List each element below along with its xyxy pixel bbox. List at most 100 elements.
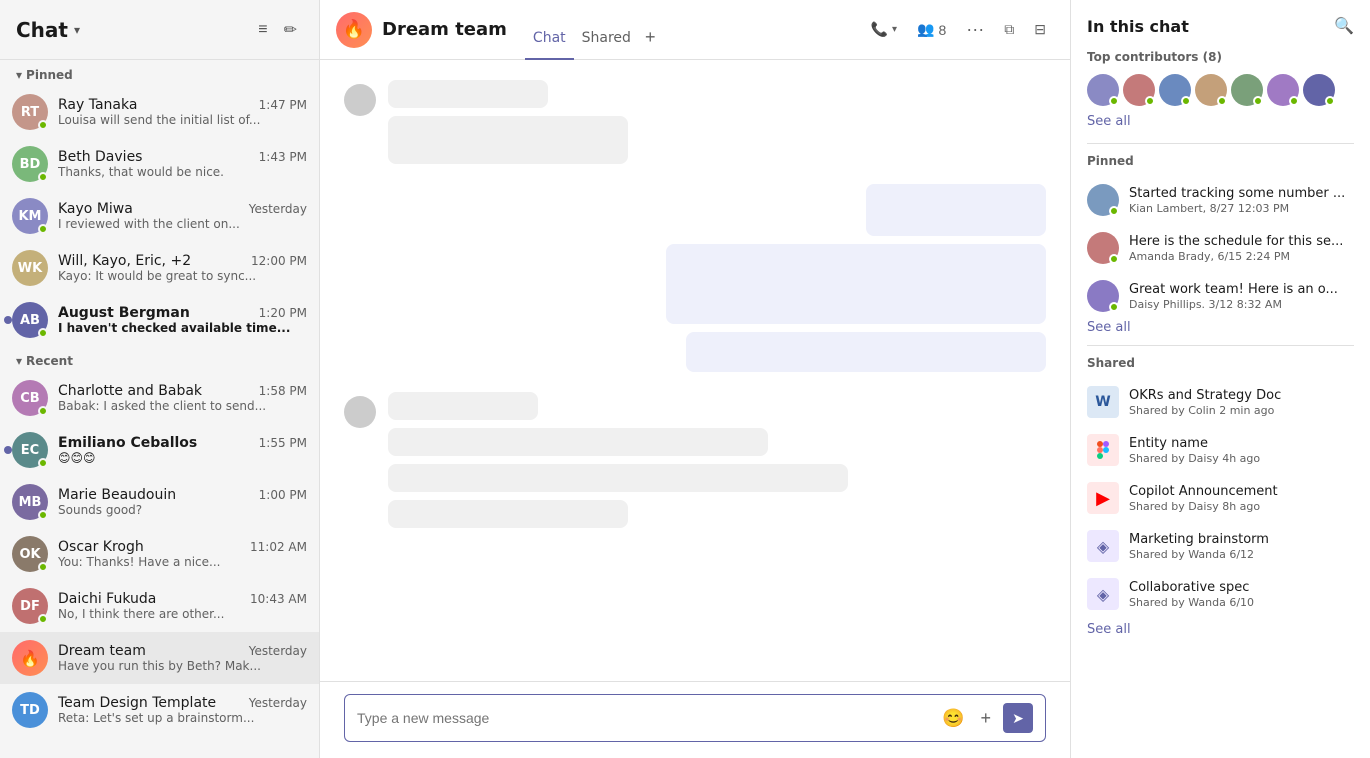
chat-item-will[interactable]: WK Will, Kayo, Eric, +2 12:00 PM Kayo: I… <box>0 242 319 294</box>
contributor-avatar <box>1303 74 1335 106</box>
pinned-item-2[interactable]: Here is the schedule for this se... Aman… <box>1087 224 1354 272</box>
shared-item-3[interactable]: ▶ Copilot Announcement Shared by Daisy 8… <box>1087 474 1354 522</box>
shared-by: Shared by Colin 2 min ago <box>1129 404 1354 417</box>
avatar: RT <box>12 94 48 130</box>
pinned-text: Great work team! Here is an o... Daisy P… <box>1129 282 1354 311</box>
chat-info: August Bergman 1:20 PM I haven't checked… <box>58 305 307 335</box>
send-button[interactable]: ➤ <box>1003 703 1033 733</box>
chat-info: Ray Tanaka 1:47 PM Louisa will send the … <box>58 97 307 127</box>
emoji-button[interactable]: 😊 <box>938 706 968 731</box>
more-button[interactable]: ··· <box>958 13 992 46</box>
chat-item-emiliano[interactable]: EC Emiliano Ceballos 1:55 PM 😊😊😊 <box>0 424 319 476</box>
chat-name: Will, Kayo, Eric, +2 <box>58 253 191 269</box>
avatar: BD <box>12 146 48 182</box>
chat-preview: 😊😊😊 <box>58 451 307 465</box>
attach-button[interactable]: + <box>976 706 995 731</box>
pinned-status <box>1109 206 1119 216</box>
chat-info: Oscar Krogh 11:02 AM You: Thanks! Have a… <box>58 539 307 569</box>
header-actions: 📞 ▾ 👥 8 ··· ⧉ ⊟ <box>863 13 1054 46</box>
message-bubble <box>388 392 538 420</box>
chat-item-ray[interactable]: RT Ray Tanaka 1:47 PM Louisa will send t… <box>0 86 319 138</box>
main-title: Dream team <box>382 19 507 40</box>
contributor-status <box>1145 96 1155 106</box>
status-dot <box>38 614 48 624</box>
chat-info: Will, Kayo, Eric, +2 12:00 PM Kayo: It w… <box>58 253 307 283</box>
chat-item-beth[interactable]: BD Beth Davies 1:43 PM Thanks, that woul… <box>0 138 319 190</box>
add-tab-button[interactable]: + <box>639 27 662 60</box>
chat-item-teamdesign[interactable]: TD Team Design Template Yesterday Reta: … <box>0 684 319 736</box>
see-all-contributors-link[interactable]: See all <box>1087 114 1354 129</box>
sidebar-title[interactable]: Chat ▾ <box>16 18 80 42</box>
chat-preview: Have you run this by Beth? Mak... <box>58 659 307 673</box>
tab-chat[interactable]: Chat <box>525 30 574 60</box>
avatar: TD <box>12 692 48 728</box>
new-chat-button[interactable]: ✏ <box>278 14 303 46</box>
see-all-pinned-link[interactable]: See all <box>1087 320 1354 335</box>
recent-section-header[interactable]: ▾ Recent <box>0 346 319 372</box>
chat-time: Yesterday <box>249 202 307 216</box>
chat-time: 1:55 PM <box>259 436 307 450</box>
contributors-avatars <box>1087 74 1354 106</box>
minimize-button[interactable]: ⊟ <box>1026 15 1054 44</box>
shared-text: OKRs and Strategy Doc Shared by Colin 2 … <box>1129 388 1354 417</box>
status-dot <box>38 406 48 416</box>
pinned-meta: Kian Lambert, 8/27 12:03 PM <box>1129 202 1354 215</box>
pinned-item-3[interactable]: Great work team! Here is an o... Daisy P… <box>1087 272 1354 320</box>
message-input[interactable] <box>357 710 930 726</box>
shared-item-4[interactable]: ◈ Marketing brainstorm Shared by Wanda 6… <box>1087 522 1354 570</box>
chat-info: Marie Beaudouin 1:00 PM Sounds good? <box>58 487 307 517</box>
shared-by: Shared by Wanda 6/12 <box>1129 548 1354 561</box>
panel-search-button[interactable]: 🔍 <box>1334 16 1354 36</box>
panel-header: In this chat 🔍 <box>1087 16 1354 36</box>
contributor-status <box>1325 96 1335 106</box>
chat-name: Team Design Template <box>58 695 216 711</box>
sidebar-title-text: Chat <box>16 18 68 42</box>
chat-name: Daichi Fukuda <box>58 591 156 607</box>
chat-preview: Babak: I asked the client to send... <box>58 399 307 413</box>
message-bubble <box>388 428 768 456</box>
chat-time: 1:58 PM <box>259 384 307 398</box>
message-group-incoming-2 <box>344 392 1046 528</box>
contributor-avatar <box>1195 74 1227 106</box>
chat-name: Marie Beaudouin <box>58 487 176 503</box>
unread-dot <box>4 446 12 454</box>
messages <box>388 392 848 528</box>
chat-item-marie[interactable]: MB Marie Beaudouin 1:00 PM Sounds good? <box>0 476 319 528</box>
chat-item-august[interactable]: AB August Bergman 1:20 PM I haven't chec… <box>0 294 319 346</box>
chat-time: 1:47 PM <box>259 98 307 112</box>
see-all-shared-link[interactable]: See all <box>1087 622 1354 637</box>
input-area: 😊 + ➤ <box>320 681 1070 758</box>
status-dot <box>38 328 48 338</box>
contributor-status <box>1289 96 1299 106</box>
filter-button[interactable]: ≡ <box>252 14 273 46</box>
main-header: 🔥 Dream team Chat Shared + 📞 ▾ 👥 8 ··· ⧉… <box>320 0 1070 60</box>
members-icon: 👥 <box>917 21 934 38</box>
chat-item-dreamteam[interactable]: 🔥 Dream team Yesterday Have you run this… <box>0 632 319 684</box>
pinned-text: Here is the schedule for this se... Aman… <box>1129 234 1354 263</box>
popout-button[interactable]: ⧉ <box>996 15 1022 44</box>
chat-time: Yesterday <box>249 644 307 658</box>
chat-time: 1:43 PM <box>259 150 307 164</box>
chat-item-daichi[interactable]: DF Daichi Fukuda 10:43 AM No, I think th… <box>0 580 319 632</box>
pinned-avatar <box>1087 232 1119 264</box>
main-tabs: Chat Shared + <box>525 0 662 59</box>
chat-item-kayo[interactable]: KM Kayo Miwa Yesterday I reviewed with t… <box>0 190 319 242</box>
input-box: 😊 + ➤ <box>344 694 1046 742</box>
status-dot <box>38 172 48 182</box>
chat-preview: Sounds good? <box>58 503 307 517</box>
panel-divider-2 <box>1087 345 1354 346</box>
members-button[interactable]: 👥 8 <box>909 15 954 44</box>
call-button[interactable]: 📞 ▾ <box>863 15 905 44</box>
pinned-item-1[interactable]: Started tracking some number ... Kian La… <box>1087 176 1354 224</box>
chat-item-charlotte[interactable]: CB Charlotte and Babak 1:58 PM Babak: I … <box>0 372 319 424</box>
chat-item-oscar[interactable]: OK Oscar Krogh 11:02 AM You: Thanks! Hav… <box>0 528 319 580</box>
figma-file-icon <box>1087 434 1119 466</box>
pinned-meta: Amanda Brady, 6/15 2:24 PM <box>1129 250 1354 263</box>
pinned-section-header[interactable]: ▾ Pinned <box>0 60 319 86</box>
contributor-status <box>1181 96 1191 106</box>
shared-item-2[interactable]: Entity name Shared by Daisy 4h ago <box>1087 426 1354 474</box>
shared-item-1[interactable]: W OKRs and Strategy Doc Shared by Colin … <box>1087 378 1354 426</box>
tab-shared[interactable]: Shared <box>574 30 639 60</box>
sidebar: Chat ▾ ≡ ✏ ▾ Pinned RT Ray Tanaka 1:47 P… <box>0 0 320 758</box>
shared-item-5[interactable]: ◈ Collaborative spec Shared by Wanda 6/1… <box>1087 570 1354 618</box>
